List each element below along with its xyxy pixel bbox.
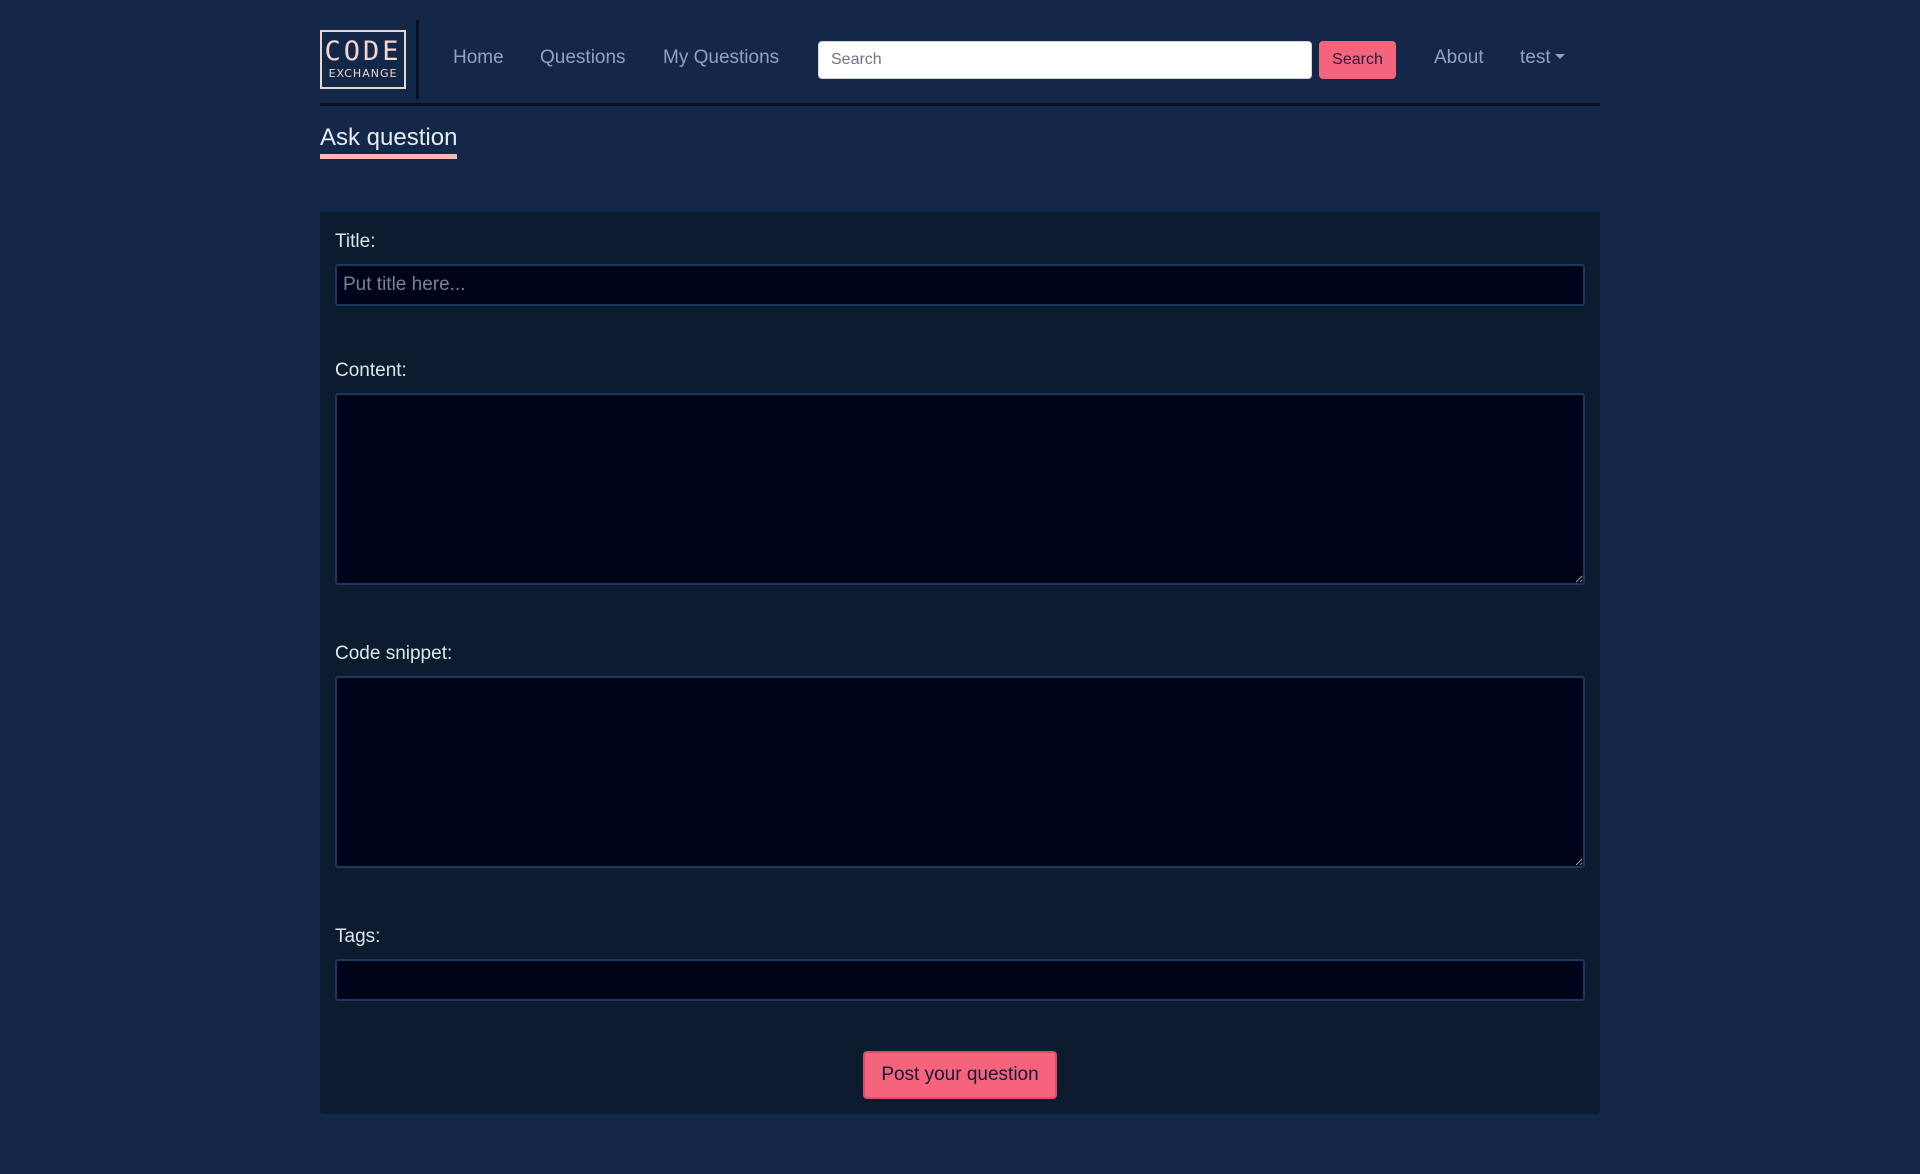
post-question-button[interactable]: Post your question [863, 1051, 1057, 1099]
chevron-down-icon [1554, 54, 1565, 59]
logo-text-exchange: EXCHANGE [328, 67, 398, 80]
user-dropdown[interactable]: test [1520, 47, 1565, 69]
content-textarea[interactable] [335, 393, 1585, 585]
nav-questions-link[interactable]: Questions [540, 47, 626, 69]
search-button[interactable]: Search [1319, 41, 1396, 79]
search-input[interactable] [818, 41, 1312, 79]
title-input[interactable] [335, 264, 1585, 306]
page-container: CODE EXCHANGE Home Questions My Question… [320, 0, 1600, 1114]
content-label: Content: [335, 360, 407, 381]
code-snippet-textarea[interactable] [335, 676, 1585, 868]
title-label: Title: [335, 231, 376, 252]
nav-about-link[interactable]: About [1434, 47, 1484, 69]
nav-home-link[interactable]: Home [453, 47, 504, 69]
ask-question-form: Title: Content: Code snippet: Tags: Post… [320, 212, 1600, 1114]
site-logo[interactable]: CODE EXCHANGE [320, 30, 406, 89]
nav-my-questions-link[interactable]: My Questions [663, 47, 779, 69]
tags-input[interactable] [335, 959, 1585, 1001]
page-title: Ask question [320, 124, 458, 159]
code-snippet-label: Code snippet: [335, 643, 453, 664]
user-dropdown-label: test [1520, 47, 1551, 68]
navbar: CODE EXCHANGE Home Questions My Question… [320, 0, 1600, 106]
tags-label: Tags: [335, 926, 381, 947]
logo-text-code: CODE [324, 36, 402, 67]
logo-divider [416, 20, 419, 99]
